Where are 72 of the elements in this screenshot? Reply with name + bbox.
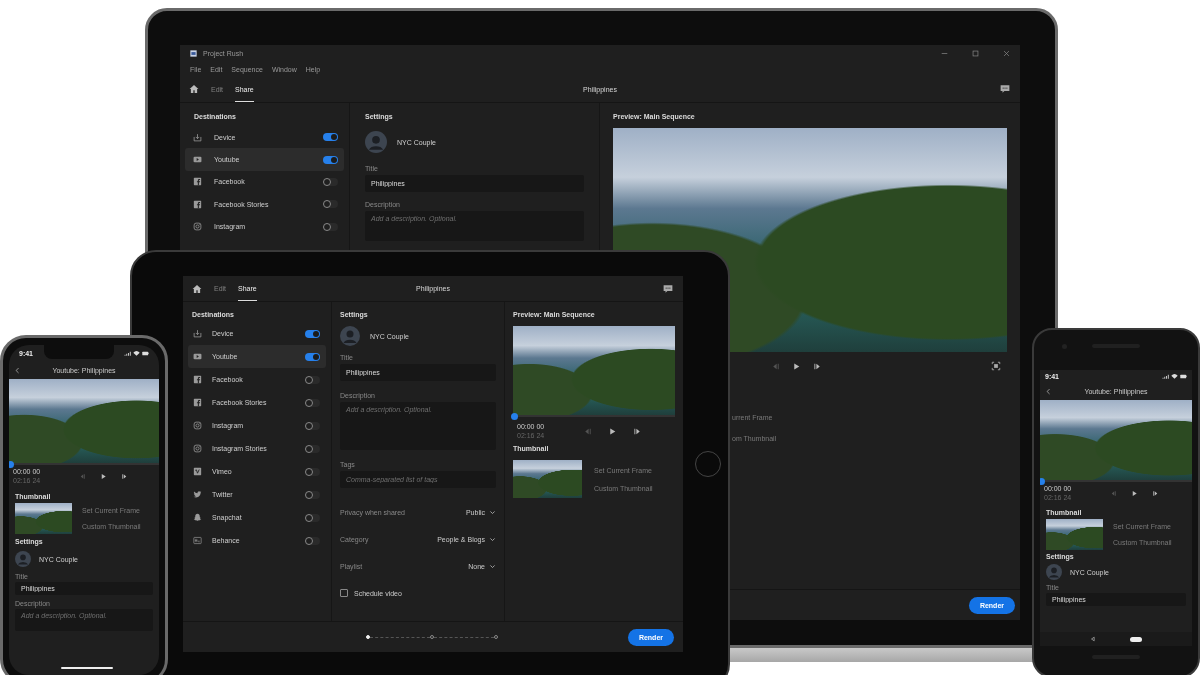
comment-icon[interactable] <box>1000 84 1010 94</box>
instagram-icon <box>193 444 202 453</box>
instagram-icon <box>193 222 202 232</box>
back-icon[interactable] <box>14 366 21 374</box>
fullscreen-icon[interactable] <box>991 361 1001 371</box>
home-indicator <box>61 667 113 669</box>
facebook-icon <box>193 199 202 209</box>
play-icon[interactable] <box>608 426 617 436</box>
toggle-switch[interactable] <box>305 329 320 338</box>
behance-icon <box>193 536 202 545</box>
toggle-switch[interactable] <box>323 177 338 186</box>
wifi-icon <box>1171 373 1178 379</box>
toggle-switch[interactable] <box>323 200 338 209</box>
avatar <box>340 326 360 346</box>
playhead[interactable] <box>511 412 518 420</box>
download-icon <box>193 329 202 338</box>
video-icon <box>193 352 202 361</box>
toggle-switch[interactable] <box>305 467 320 476</box>
app-icon <box>190 50 197 57</box>
chevron-down-icon[interactable] <box>489 563 496 570</box>
facebook-icon <box>193 398 202 407</box>
toggle-switch[interactable] <box>305 352 320 361</box>
thumbnail-image <box>15 503 72 534</box>
bird-icon <box>193 490 202 499</box>
step-forward-icon[interactable] <box>812 361 822 371</box>
battery-icon <box>142 350 149 356</box>
avatar <box>15 551 31 567</box>
close-icon[interactable] <box>1003 50 1010 57</box>
maximize-icon[interactable] <box>972 50 979 57</box>
facebook-icon <box>193 375 202 384</box>
toggle-switch[interactable] <box>323 155 338 164</box>
battery-icon <box>1180 373 1187 379</box>
toggle-switch[interactable] <box>305 375 320 384</box>
toggle-switch[interactable] <box>305 513 320 522</box>
video-icon <box>193 155 202 165</box>
chevron-down-icon[interactable] <box>489 536 496 543</box>
step-forward-icon[interactable] <box>633 426 642 436</box>
toggle-switch[interactable] <box>305 444 320 453</box>
signal-icon <box>1162 373 1169 379</box>
wifi-icon <box>133 350 140 356</box>
download-icon <box>193 132 202 142</box>
home-button[interactable] <box>1130 636 1142 642</box>
toggle-switch[interactable] <box>305 536 320 545</box>
minimize-icon[interactable] <box>941 50 948 57</box>
playhead[interactable] <box>9 460 14 468</box>
avatar <box>1046 564 1062 580</box>
ghost-icon <box>193 513 202 522</box>
back-icon[interactable] <box>1090 636 1096 642</box>
playhead[interactable] <box>1040 477 1045 485</box>
back-icon[interactable] <box>1045 387 1052 395</box>
toggle-switch[interactable] <box>323 133 338 142</box>
signal-icon <box>124 350 131 356</box>
thumbnail-image <box>1046 519 1103 550</box>
checkbox[interactable] <box>340 589 348 597</box>
play-icon[interactable] <box>1131 489 1138 497</box>
home-icon[interactable] <box>192 283 202 294</box>
toggle-switch[interactable] <box>305 490 320 499</box>
toggle-switch[interactable] <box>305 421 320 430</box>
thumbnail-image <box>513 460 582 498</box>
comment-icon[interactable] <box>663 283 673 294</box>
toggle-switch[interactable] <box>323 222 338 231</box>
play-icon[interactable] <box>791 361 801 371</box>
home-icon[interactable] <box>189 84 199 94</box>
step-forward-icon[interactable] <box>121 472 128 480</box>
avatar <box>365 131 387 153</box>
chevron-down-icon[interactable] <box>489 509 496 516</box>
instagram-icon <box>193 421 202 430</box>
play-icon[interactable] <box>100 472 107 480</box>
step-forward-icon[interactable] <box>1152 489 1159 497</box>
facebook-icon <box>193 177 202 187</box>
vimeo-icon <box>193 467 202 476</box>
toggle-switch[interactable] <box>305 398 320 407</box>
